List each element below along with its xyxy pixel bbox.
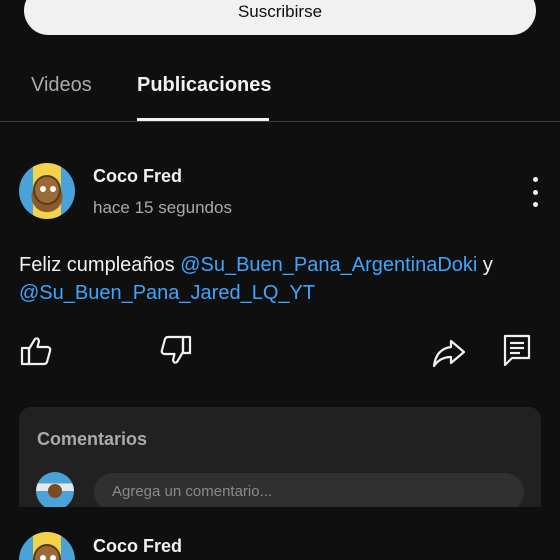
post-timestamp: hace 15 segundos (93, 198, 232, 217)
share-icon[interactable] (431, 335, 467, 371)
avatar-eye (40, 555, 46, 560)
mention-link[interactable]: @Su_Buen_Pana_ArgentinaDoki (180, 254, 477, 276)
avatar-eye (50, 186, 56, 192)
comments-title: Comentarios (37, 429, 148, 449)
user-avatar (36, 472, 74, 507)
post-author[interactable]: Coco Fred (93, 536, 182, 557)
active-tab-indicator (137, 118, 269, 121)
avatar-eye (50, 555, 56, 560)
avatar-face (33, 175, 61, 205)
post-text: Feliz cumpleaños @Su_Buen_Pana_Argentina… (19, 251, 539, 307)
user-avatar-head (48, 484, 62, 498)
avatar-face (33, 544, 61, 560)
post-text-mid: y (477, 254, 493, 276)
avatar[interactable] (19, 532, 75, 560)
subscribe-button[interactable]: Suscribirse (24, 0, 536, 35)
more-options-icon[interactable] (529, 177, 541, 207)
mention-link[interactable]: @Su_Buen_Pana_Jared_LQ_YT (19, 282, 315, 304)
post-text-prefix: Feliz cumpleaños (19, 254, 181, 276)
comment-input[interactable]: Agrega un comentario... (94, 473, 524, 507)
tab-publicaciones[interactable]: Publicaciones (137, 74, 272, 97)
channel-tabs: Videos Publicaciones (0, 60, 560, 122)
comment-icon[interactable] (500, 333, 536, 369)
post-author[interactable]: Coco Fred (93, 166, 182, 187)
like-icon[interactable] (19, 333, 55, 369)
dislike-icon[interactable] (157, 333, 193, 369)
avatar-eye (40, 186, 46, 192)
avatar[interactable] (19, 163, 75, 219)
comments-card[interactable]: Comentarios Agrega un comentario... (19, 407, 541, 507)
tab-videos[interactable]: Videos (31, 74, 92, 97)
